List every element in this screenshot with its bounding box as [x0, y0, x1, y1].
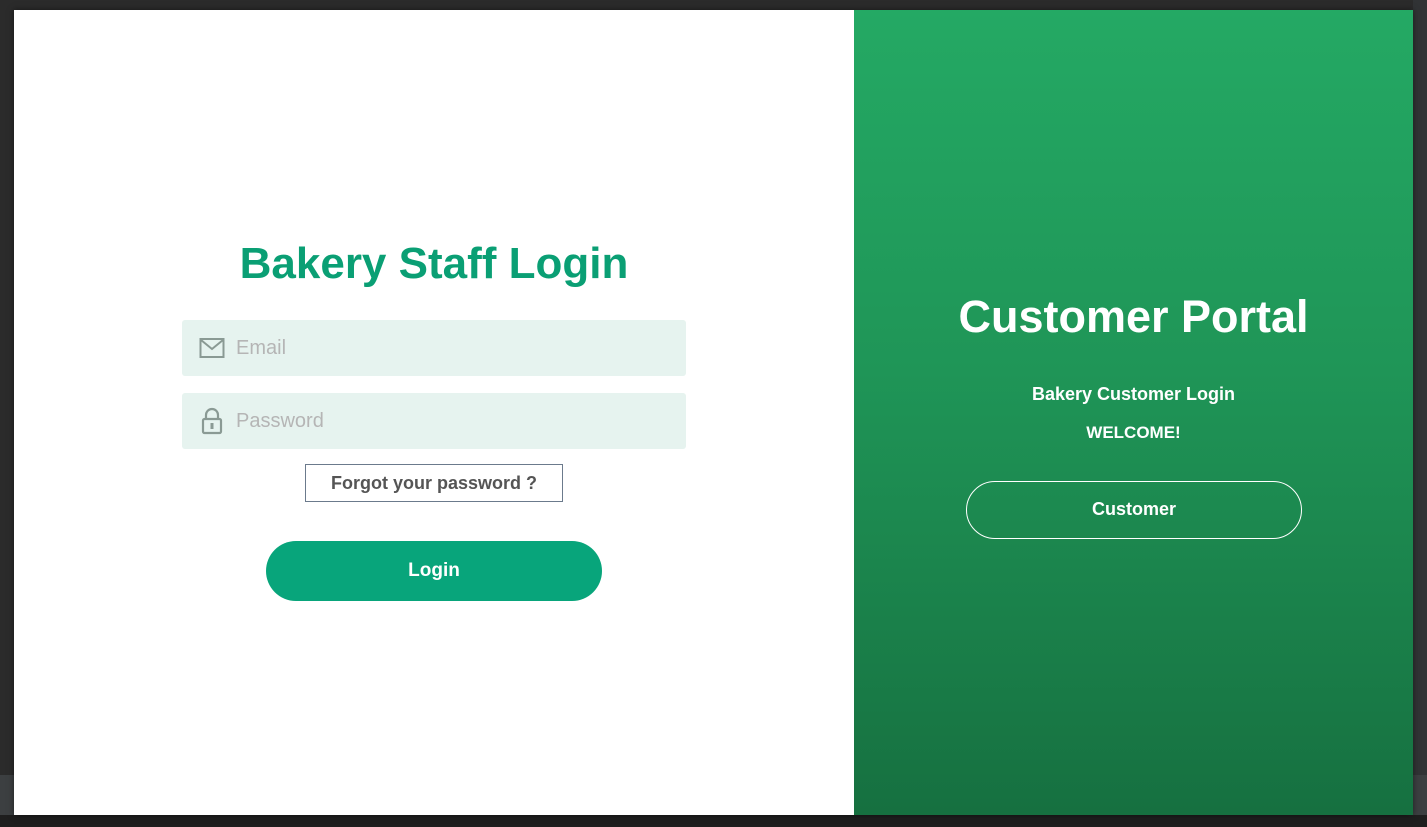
customer-portal-title: Customer Portal	[958, 291, 1309, 342]
login-window: Bakery Staff Login Forgot your password	[14, 10, 1413, 815]
editor-scrollbar-strip	[1413, 0, 1427, 827]
forgot-password-button[interactable]: Forgot your password ?	[305, 464, 563, 502]
lock-icon	[198, 407, 226, 435]
login-button[interactable]: Login	[266, 541, 602, 601]
customer-portal-panel: Customer Portal Bakery Customer Login WE…	[854, 10, 1413, 815]
envelope-icon	[198, 334, 226, 362]
customer-button[interactable]: Customer	[966, 481, 1302, 539]
taskbar-edge	[0, 815, 1427, 827]
staff-login-title: Bakery Staff Login	[239, 239, 629, 288]
email-field[interactable]	[182, 320, 686, 376]
customer-portal-subtitle: Bakery Customer Login	[1031, 384, 1236, 404]
welcome-text: WELCOME!	[1086, 423, 1181, 442]
email-input[interactable]	[236, 328, 656, 368]
password-input[interactable]	[236, 401, 656, 441]
staff-login-panel: Bakery Staff Login Forgot your password	[14, 10, 854, 815]
password-field[interactable]	[182, 393, 686, 449]
